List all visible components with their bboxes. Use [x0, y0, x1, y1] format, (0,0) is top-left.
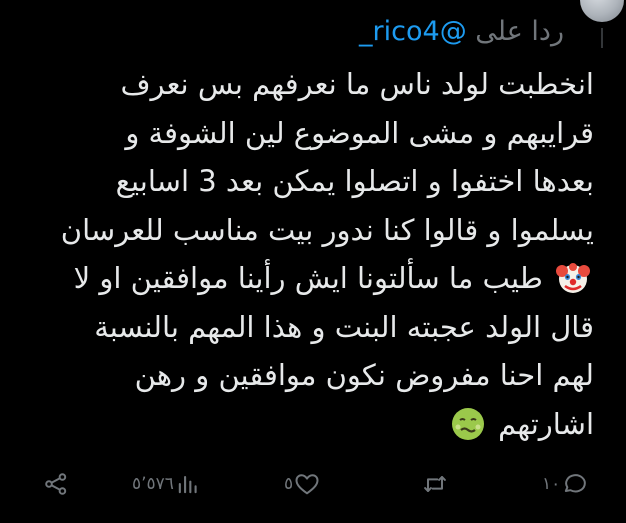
thread-connector-line [601, 28, 603, 48]
tweet-line: انخطبت لولد ناس ما نعرفهم بس نعرف [120, 67, 595, 101]
reply-handle-link[interactable]: @rico4_ [359, 16, 467, 47]
tweet-line-text: اشارتهم [498, 406, 594, 441]
views-button[interactable]: ٥٬٥٧٦ [128, 462, 202, 506]
views-icon [174, 470, 202, 498]
tweet-line-with-emoji: طيب ما سألتونا ايش رأينا موافقين او لا [44, 254, 594, 303]
tweet-line: لهم احنا مفروض نكون موافقين و رهن [134, 358, 594, 392]
reply-count: ١٠ [542, 474, 561, 494]
action-bar: ١٠ ٥ ٥٬٥٧٦ [0, 462, 626, 506]
tweet-line-with-emoji: اشارتهم [44, 400, 594, 449]
like-button[interactable]: ٥ [280, 462, 321, 506]
reply-prefix: ردا على [475, 16, 564, 47]
tweet-line: بعدها اختفوا و اتصلوا يمكن بعد 3 اسابيع [115, 164, 594, 198]
retweet-icon [421, 470, 449, 498]
like-count: ٥ [284, 474, 294, 494]
reply-context: ردا على @rico4_ [359, 14, 564, 50]
views-count: ٥٬٥٧٦ [132, 474, 174, 494]
tweet-line: قال الولد عجبته البنت و هذا المهم بالنسب… [94, 309, 594, 344]
share-icon [42, 470, 70, 498]
avatar[interactable] [580, 0, 624, 22]
like-icon [293, 470, 321, 498]
nauseated-face-emoji [450, 406, 486, 442]
tweet-line-text: طيب ما سألتونا ايش رأينا موافقين او لا [73, 261, 543, 295]
retweet-button[interactable] [421, 462, 453, 506]
reply-icon [560, 470, 588, 498]
clown-face-emoji [555, 260, 591, 296]
reply-button[interactable]: ١٠ [538, 462, 588, 506]
tweet-line: يسلموا و قالوا كنا ندور بيت مناسب للعرسا… [60, 212, 594, 247]
share-button[interactable] [42, 462, 70, 506]
tweet-text: انخطبت لولد ناس ما نعرفهم بس نعرف قرايبه… [44, 60, 594, 448]
tweet-line: قرايبهم و مشى الموضوع لين الشوفة و [125, 115, 594, 150]
